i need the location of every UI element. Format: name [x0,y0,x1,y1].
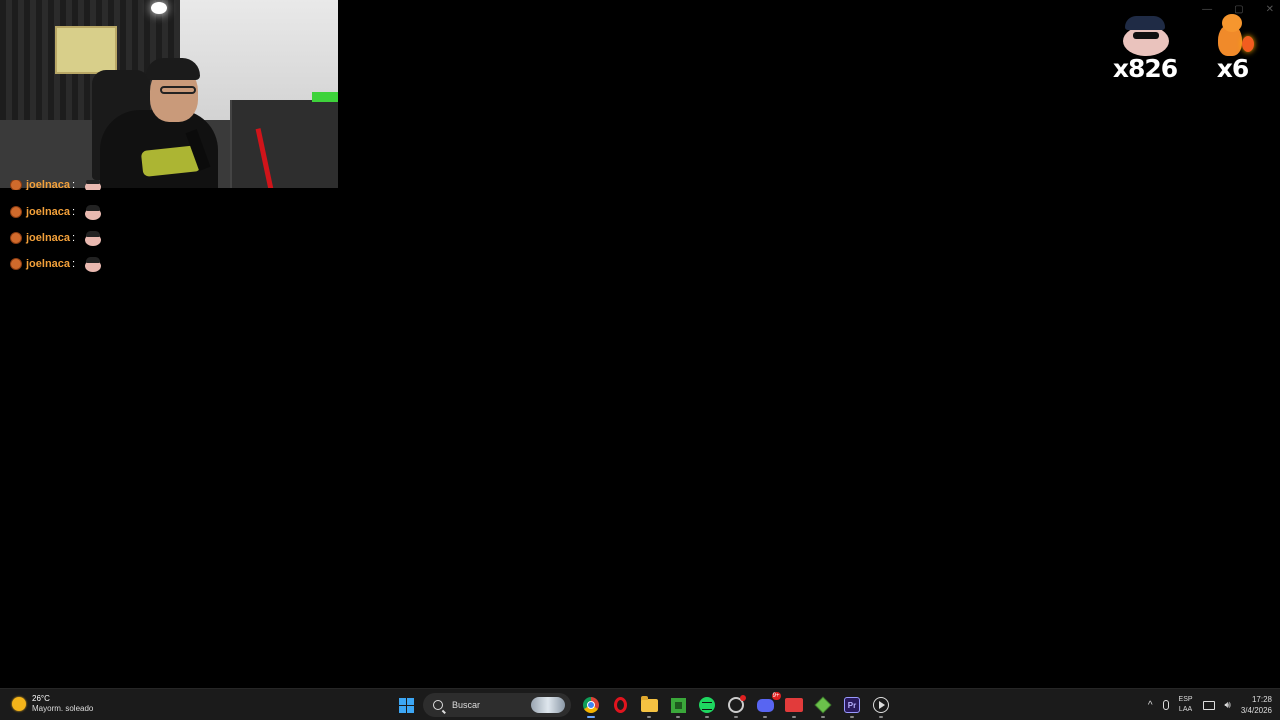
webcam-overlay [0,0,338,188]
pepe-cap-emote-icon [83,229,103,247]
weather-text: 26°C Mayorm. soleado [32,694,93,714]
taskbar-app-chrome[interactable] [577,692,605,718]
streamer-glasses [160,86,196,94]
webcam-poster [55,26,117,74]
pepe-cap-emote-icon [1117,12,1173,58]
taskbar-app-premiere[interactable]: Pr [838,692,866,718]
user-badge-icon [10,232,22,244]
charmander-count: x6 [1216,54,1250,83]
desktop-stage: joelnaca : joelnaca : joelnaca : joelnac… [0,0,1280,720]
weather-widget[interactable]: 26°C Mayorm. soleado [12,694,93,714]
discord-icon [756,691,781,712]
premiere-icon: Pr [844,697,860,713]
minecraft-icon [670,697,686,713]
search-highlight-icon [531,697,565,713]
green-block-icon [814,696,832,714]
keyboard-layout: LAA [1178,706,1193,713]
taskbar-app-spotify[interactable] [693,692,721,718]
clock-time: 17:28 [1251,695,1272,704]
weather-condition: Mayorm. soleado [32,704,94,713]
start-button[interactable] [392,692,420,718]
taskbar-app-steam[interactable] [722,692,750,718]
pepe-cap-emote-icon [83,180,103,190]
webcam-lamp [151,2,167,14]
chevron-up-icon[interactable]: ^ [1148,700,1153,711]
webcam-monitor [230,100,338,188]
chat-message: joelnaca : [10,228,103,248]
steam-icon [728,695,746,713]
clock-date: 3/4/2026 [1240,706,1272,715]
chat-message: joelnaca : [10,254,103,274]
spotify-icon [699,697,715,713]
charmander-emote-icon [1208,12,1258,58]
chat-message: joelnaca : [10,202,103,222]
windows-icon [398,697,414,713]
chat-separator: : [72,206,76,218]
chat-username: joelnaca [26,232,71,244]
taskbar-app-file-explorer[interactable] [635,692,663,718]
pepe-cap-emote-icon [83,203,103,221]
clock[interactable]: 17:28 3/4/2026 [1241,694,1272,716]
pepe-emote-counter: x826 [1110,12,1180,83]
opera-icon [613,697,627,713]
streamer-cap [146,58,200,80]
search-placeholder: Buscar [452,700,481,710]
taskbar-app-minecraft[interactable] [664,692,692,718]
chat-username: joelnaca [26,180,71,190]
volume-icon[interactable]: 🔊︎ [1225,700,1231,711]
search-icon [433,700,443,710]
pepe-cap-emote-icon [83,255,103,273]
language-code: ESP [1178,696,1193,703]
chat-message-partial: joelnaca : [10,180,103,190]
chat-username: joelnaca [26,206,71,218]
network-icon[interactable] [1202,700,1215,710]
obs-icon [785,698,803,712]
chrome-icon [583,697,599,713]
weather-temperature: 26°C [32,694,50,703]
media-play-icon [873,697,889,713]
taskbar-app-discord[interactable] [751,691,781,718]
chat-separator: : [72,180,76,190]
taskbar-app-block[interactable] [809,692,837,718]
chat-separator: : [72,232,76,244]
system-tray: ^ ESP LAA 🔊︎ 17:28 3/4/2026 [1148,692,1272,718]
microphone-icon[interactable] [1162,700,1169,710]
user-badge-icon [10,180,22,190]
pepe-count: x826 [1112,54,1178,83]
taskbar-app-media-player[interactable] [867,692,895,718]
sun-icon [12,697,26,711]
webcam-green-light [312,92,338,102]
taskbar-app-obs[interactable] [780,692,808,718]
chat-username: joelnaca [26,258,71,270]
taskbar-app-opera[interactable] [606,692,634,718]
chat-separator: : [72,258,76,270]
user-badge-icon [10,258,22,270]
charmander-emote-counter: x6 [1205,12,1260,83]
taskbar-search[interactable]: Buscar [423,693,571,717]
folder-icon [640,695,658,712]
user-badge-icon [10,206,22,218]
taskbar: 26°C Mayorm. soleado Buscar Pr [0,688,1280,720]
close-icon[interactable]: ✕ [1266,4,1274,15]
taskbar-apps: Buscar Pr [392,691,896,718]
language-indicator[interactable]: ESP LAA [1179,695,1193,715]
